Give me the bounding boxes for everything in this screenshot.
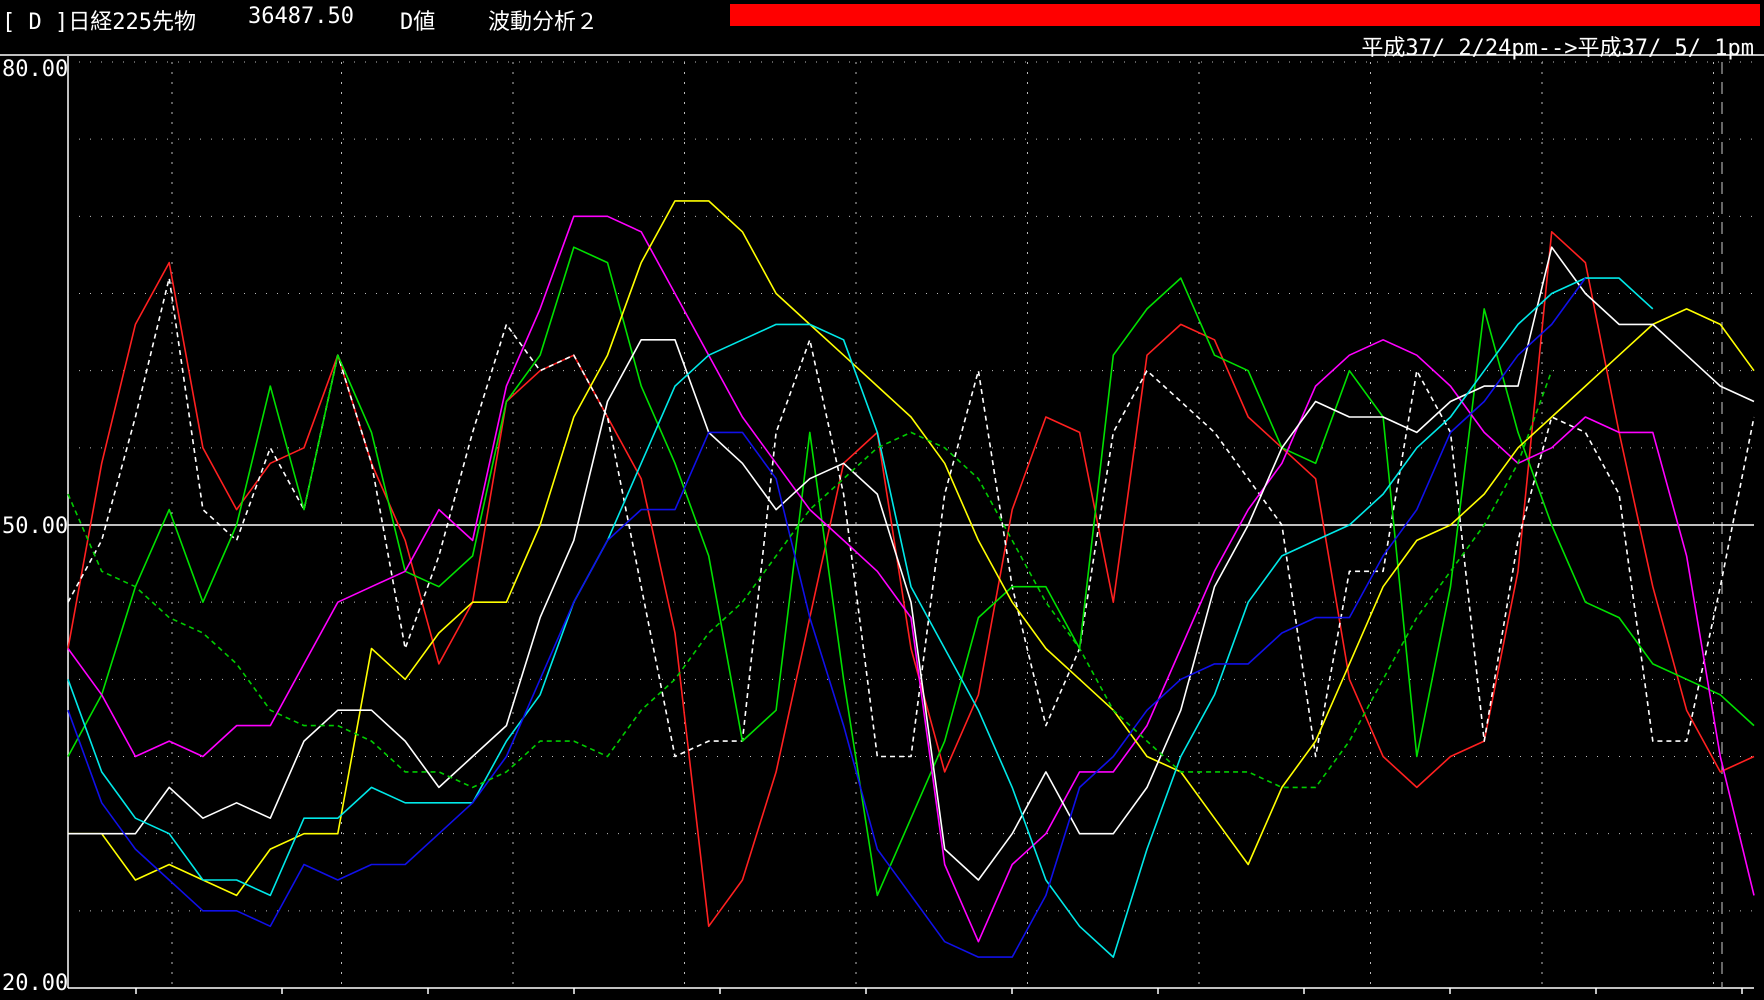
y-tick-label: 50.00 — [2, 514, 68, 539]
wave-chart: 80.00 50.00 20.00 — [0, 54, 1764, 996]
series-line-1 — [67, 231, 1755, 928]
series-line-4 — [67, 215, 1755, 943]
y-tick-label: 20.00 — [2, 971, 68, 996]
series-line-7 — [67, 277, 1654, 958]
series-line-6 — [68, 246, 1755, 881]
y-tick-label: 80.00 — [2, 57, 68, 82]
series-line-5 — [68, 200, 1755, 897]
series-line-8 — [67, 277, 1587, 958]
series-line-3 — [67, 246, 1755, 897]
series-line-2 — [67, 277, 1755, 758]
